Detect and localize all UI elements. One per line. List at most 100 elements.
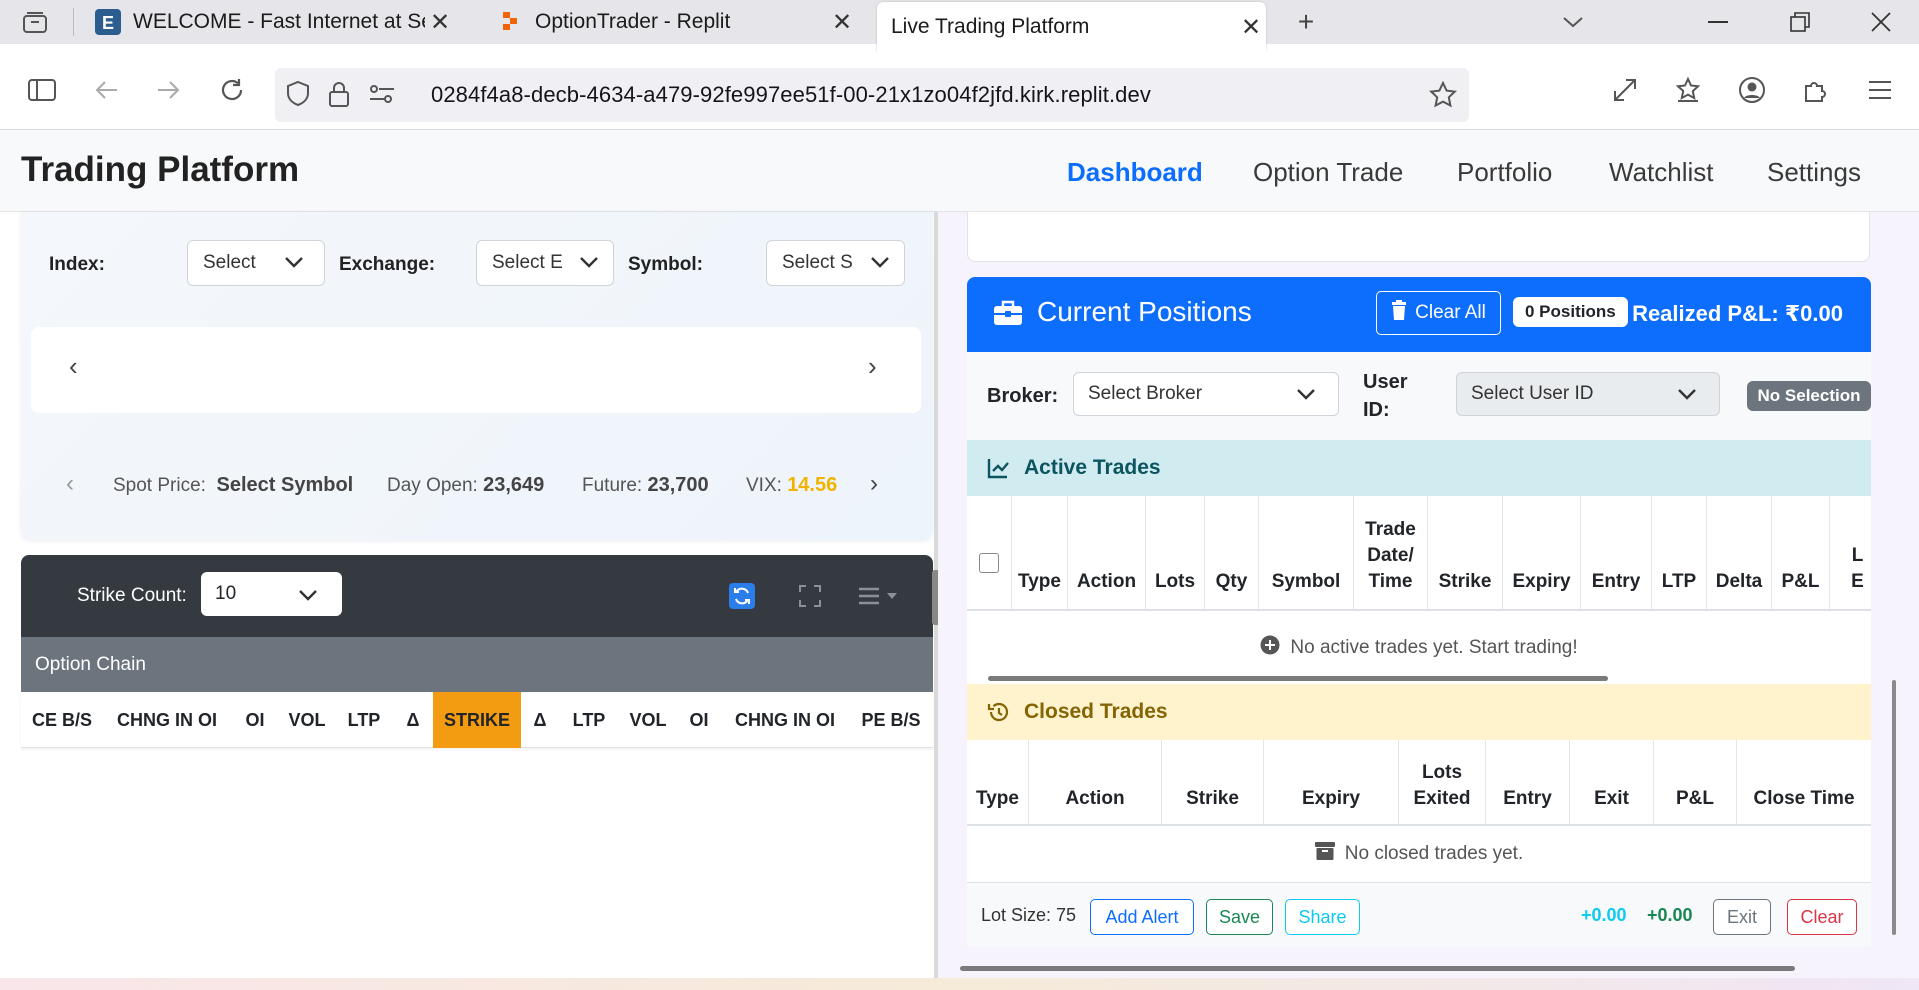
fullscreen-icon[interactable] [797,583,823,609]
new-tab-icon[interactable]: + [1286,6,1326,37]
site-permissions-icon[interactable] [368,82,396,111]
page-horizontal-scrollbar[interactable] [960,966,1795,971]
col-ce-oi[interactable]: OI [231,692,279,748]
close-icon[interactable]: ✕ [425,8,455,37]
col-expiry[interactable]: Expiry [1264,740,1399,824]
close-icon[interactable]: ✕ [827,8,857,37]
market-prev-icon[interactable]: ‹ [66,470,74,498]
collections-star-icon[interactable] [1668,70,1708,110]
broker-select[interactable]: Select Broker [1073,372,1339,416]
reload-icon[interactable] [212,70,252,110]
index-select[interactable]: Select [187,240,325,286]
col-ce-bs[interactable]: CE B/S [21,692,103,748]
col-action[interactable]: Action [1029,740,1162,824]
account-avatar-icon[interactable] [1732,70,1772,110]
col-expiry[interactable]: Expiry [1503,496,1581,609]
bookmark-star-icon[interactable] [1428,80,1458,114]
col-entry[interactable]: Entry [1581,496,1652,609]
hamburger-menu-icon[interactable] [1860,70,1900,110]
plus-circle-icon [1260,635,1280,661]
col-pl[interactable]: P&L [1772,496,1830,609]
symbol-select[interactable]: Select S [766,240,905,286]
carousel-prev-icon[interactable]: ‹ [69,351,78,382]
url-text[interactable]: 0284f4a8-decb-4634-a479-92fe997ee51f-00-… [431,82,1151,108]
extensions-puzzle-icon[interactable] [1796,70,1836,110]
col-ce-delta[interactable]: Δ [393,692,433,748]
col-ce-vol[interactable]: VOL [279,692,335,748]
brand-title[interactable]: Trading Platform [21,150,299,190]
carousel-next-icon[interactable]: › [868,351,877,382]
tab-live-trading[interactable]: Live Trading Platform ✕ [877,2,1266,52]
col-truncated[interactable]: L E [1830,496,1871,609]
col-lots-exited[interactable]: Lots Exited [1399,740,1486,824]
clear-button[interactable]: Clear [1787,899,1857,935]
market-next-icon[interactable]: › [870,470,878,498]
forward-arrow-icon[interactable] [149,70,189,110]
column-menu-icon[interactable] [855,583,905,609]
col-ce-ltp[interactable]: LTP [335,692,393,748]
exit-button[interactable]: Exit [1713,899,1771,935]
select-all-checkbox[interactable] [979,553,999,573]
share-button[interactable]: Share [1285,899,1360,935]
restore-icon[interactable] [1770,0,1830,44]
col-pl[interactable]: P&L [1654,740,1737,824]
exchange-select[interactable]: Select E [476,240,614,286]
closed-trades-empty-text: No closed trades yet. [1344,843,1524,864]
col-trade-date-time[interactable]: Trade Date/ Time [1354,496,1428,609]
add-alert-button[interactable]: Add Alert [1090,899,1194,935]
col-delta[interactable]: Delta [1707,496,1772,609]
close-window-icon[interactable] [1851,0,1911,44]
col-ce-chng-oi[interactable]: CHNG IN OI [103,692,231,748]
col-strike[interactable]: STRIKE [433,692,521,748]
col-pe-ltp[interactable]: LTP [559,692,619,748]
broker-label: Broker: [987,385,1059,407]
nav-portfolio[interactable]: Portfolio [1457,157,1552,188]
active-trades-horizontal-scrollbar[interactable] [988,676,1608,681]
nav-settings[interactable]: Settings [1767,157,1861,188]
tab-list-chevron-down-icon[interactable] [1553,8,1593,36]
welcome-favicon-icon: E [95,9,121,35]
address-bar[interactable]: 0284f4a8-decb-4634-a479-92fe997ee51f-00-… [275,68,1469,122]
refresh-icon[interactable] [729,583,755,609]
tab-welcome[interactable]: E WELCOME - Fast Internet at Sea ✕ [95,0,455,44]
unrealized-pl-value: +0.00 [1581,905,1627,925]
fullscreen-expand-icon[interactable] [1605,70,1645,110]
col-qty[interactable]: Qty [1205,496,1259,609]
user-id-select[interactable]: Select User ID [1456,372,1720,416]
nav-watchlist[interactable]: Watchlist [1609,157,1714,188]
right-vertical-scrollbar[interactable] [1892,680,1896,935]
col-action[interactable]: Action [1068,496,1146,609]
lock-icon[interactable] [327,80,351,113]
index-carousel: ‹ › [31,327,921,413]
close-icon[interactable]: ✕ [1236,13,1266,42]
sidebar-toggle-icon[interactable] [22,70,62,110]
col-pe-vol[interactable]: VOL [619,692,677,748]
tab-overview-icon[interactable] [15,8,55,36]
col-entry[interactable]: Entry [1486,740,1570,824]
back-arrow-icon[interactable] [86,70,126,110]
col-strike[interactable]: Strike [1428,496,1503,609]
save-button[interactable]: Save [1206,899,1273,935]
minimize-icon[interactable] [1688,0,1748,44]
col-type[interactable]: Type [1012,496,1068,609]
shield-icon[interactable] [285,80,311,113]
col-lots[interactable]: Lots [1146,496,1205,609]
col-type[interactable]: Type [967,740,1029,824]
col-ltp[interactable]: LTP [1652,496,1707,609]
col-pe-oi[interactable]: OI [677,692,721,748]
col-strike[interactable]: Strike [1162,740,1264,824]
col-pe-chng-oi[interactable]: CHNG IN OI [721,692,849,748]
nav-dashboard[interactable]: Dashboard [1067,157,1203,188]
col-close-time[interactable]: Close Time [1737,740,1871,824]
col-pe-bs[interactable]: PE B/S [849,692,933,748]
col-exit[interactable]: Exit [1570,740,1654,824]
strike-count-select[interactable]: 10 [201,572,342,616]
nav-option-trade[interactable]: Option Trade [1253,157,1403,188]
clear-all-label: Clear All [1415,302,1486,323]
col-pe-delta[interactable]: Δ [521,692,559,748]
option-chain-title: Option Chain [21,637,933,692]
clear-all-button[interactable]: Clear All [1376,291,1501,335]
tab-optiontrader[interactable]: OptionTrader - Replit ✕ [497,0,857,44]
history-icon [987,701,1009,729]
col-symbol[interactable]: Symbol [1259,496,1354,609]
